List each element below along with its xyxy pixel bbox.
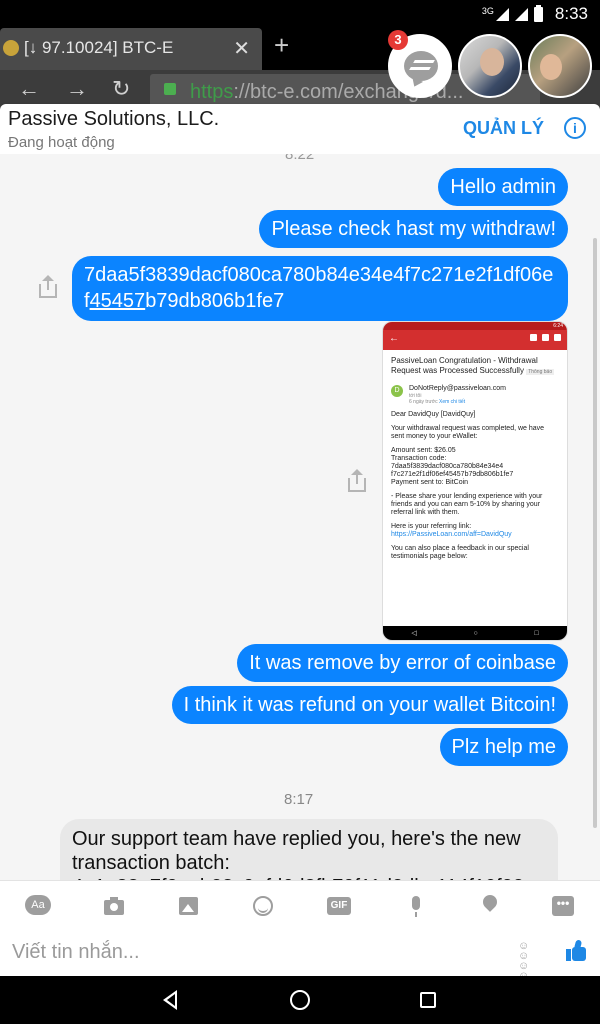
share-icon[interactable] [37, 275, 59, 298]
image-attachment[interactable]: 6:24 ← PassiveLoan Congratulation - With… [382, 321, 568, 641]
back-icon[interactable] [163, 990, 177, 1010]
network-type: 3G [481, 6, 494, 16]
info-icon[interactable]: i [564, 117, 586, 139]
message-bubble[interactable]: Please check hast my withdraw! [259, 210, 568, 248]
contact-chathead-2[interactable] [528, 34, 592, 98]
gallery-icon[interactable] [177, 895, 203, 917]
incoming-message-bubble[interactable]: Our support team have replied you, here'… [60, 819, 558, 880]
emoji-icon[interactable] [251, 895, 277, 917]
browser-tab[interactable]: [↓ 97.10024] BTC-E ✕ [0, 28, 262, 70]
message-bubble[interactable]: Hello admin [438, 168, 568, 206]
close-tab-icon[interactable]: ✕ [233, 36, 250, 61]
home-icon[interactable] [290, 990, 310, 1010]
contact-name[interactable]: Passive Solutions, LLC. [8, 108, 219, 131]
thumbs-up-icon[interactable] [564, 939, 590, 965]
reload-icon[interactable]: ↻ [112, 76, 130, 102]
unread-badge: 3 [388, 30, 408, 50]
gif-icon[interactable]: GIF [327, 897, 351, 915]
email-actions [530, 334, 561, 341]
back-arrow-icon[interactable]: ← [18, 76, 40, 102]
signal-icon [495, 7, 509, 21]
chat-header: Passive Solutions, LLC. Đang hoạt động Q… [0, 104, 600, 154]
new-tab-button[interactable]: + [274, 30, 289, 61]
more-icon[interactable]: ••• [552, 896, 574, 916]
message-text: Plz help me [451, 736, 557, 758]
timestamp: 8:17 [284, 791, 314, 808]
text-style-icon[interactable]: Aa [25, 895, 51, 915]
message-bubble[interactable]: I think it was refund on your wallet Bit… [171, 686, 568, 724]
back-arrow-icon: ← [389, 333, 399, 344]
active-status: Đang hoạt động [8, 134, 115, 151]
message-bubble[interactable]: 7daa5f3839dacf080ca780b84e34e4f7c271e2f1… [72, 256, 568, 321]
sticker-icon[interactable]: ☺☺☺☺ [518, 941, 542, 982]
clock: 8:33 [554, 4, 588, 23]
share-icon[interactable] [346, 469, 368, 492]
location-icon[interactable] [478, 892, 504, 917]
battery-icon [533, 4, 543, 22]
scrollbar[interactable] [593, 238, 597, 828]
conversation[interactable]: 8:22 Hello admin Please check hast my wi… [0, 154, 600, 880]
status-bar: 3G 8:33 [0, 0, 600, 26]
message-text: Hello admin [450, 176, 556, 198]
message-text: 7daa5f3839dacf080ca780b84e34e4f7c271e2f1… [84, 264, 554, 286]
timestamp: 8:22 [285, 154, 315, 163]
message-text: I think it was refund on your wallet Bit… [183, 694, 556, 716]
avatar [540, 54, 562, 80]
avatar [480, 48, 504, 76]
system-nav-bar [0, 976, 600, 1024]
message-text: Please check hast my withdraw! [271, 218, 556, 240]
manage-button[interactable]: QUẢN LÝ [463, 118, 544, 139]
composer: Aa GIF ••• Viết tin nhắn... ☺☺☺☺ [0, 880, 600, 982]
camera-icon[interactable] [102, 895, 128, 917]
browser-tab-title: [↓ 97.10024] BTC-E [24, 38, 174, 57]
lock-icon [164, 83, 176, 95]
message-bubble[interactable]: Plz help me [439, 728, 568, 766]
message-text: It was remove by error of coinbase [249, 652, 556, 674]
message-input[interactable]: Viết tin nhắn... [12, 941, 140, 964]
forward-arrow-icon[interactable]: → [66, 76, 88, 102]
message-text-line: f45457b79db806b1fe7 [84, 290, 285, 312]
url-scheme: https [190, 81, 234, 103]
contact-chathead-1[interactable] [458, 34, 522, 98]
recent-apps-icon[interactable] [420, 992, 436, 1008]
message-text: Our support team have replied you, here'… [72, 828, 541, 880]
favicon-icon [3, 40, 19, 56]
microphone-icon[interactable] [404, 895, 430, 917]
phone-number-link[interactable]: 45457 [90, 290, 146, 312]
wifi-signal-icon [514, 7, 528, 21]
message-bubble[interactable]: It was remove by error of coinbase [237, 644, 568, 682]
